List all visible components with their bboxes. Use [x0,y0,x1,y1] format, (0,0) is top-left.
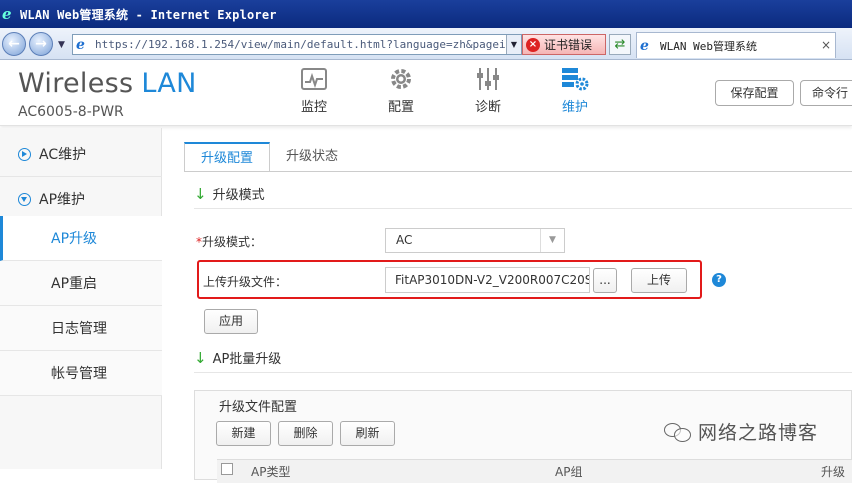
section-upgrade-mode-title: 升级模式 [212,188,265,203]
expand-right-icon [18,147,31,161]
section-divider [194,208,852,209]
tab-divider [184,171,852,172]
tab-close-icon[interactable]: × [821,38,831,52]
upgrade-mode-label: *升级模式： [196,233,262,250]
browser-refresh-button[interactable]: ⇄ [609,34,631,55]
panel-title: 升级文件配置 [219,400,298,415]
watermark: 网络之路博客 [664,418,818,445]
upgrade-mode-label-text: 升级模式： [202,235,263,249]
nav-monitor-label: 监控 [300,100,327,115]
nav-maintain[interactable]: 维护 [545,66,605,115]
refresh-button[interactable]: 刷新 [340,421,395,446]
brand-accent: LAN [141,68,197,99]
gear-icon [387,66,415,92]
browser-title-bar: e WLAN Web管理系统 - Internet Explorer [0,0,852,28]
table-header: AP类型 AP组 升级 [217,459,852,483]
browser-tab[interactable]: e WLAN Web管理系统 × [636,32,836,58]
tab-bar: 升级配置 升级状态 [184,142,354,172]
sidebar-item-label: 日志管理 [51,321,107,337]
section-batch-upgrade-title: AP批量升级 [212,352,282,367]
section-divider [194,372,852,373]
address-bar[interactable]: e https://192.168.1.254/view/main/defaul… [72,34,522,55]
section-upgrade-mode[interactable]: ↓ 升级模式 [194,184,265,204]
wechat-logo-icon [664,421,692,443]
monitor-icon [300,66,328,92]
watermark-text: 网络之路博客 [698,422,819,444]
tab-upgrade-status[interactable]: 升级状态 [270,142,354,172]
certificate-error-label: 证书错误 [544,38,593,52]
app-header: Wireless LAN AC6005-8-PWR 监控 配置 诊断 维护 保存配… [0,60,852,126]
delete-button[interactable]: 删除 [278,421,333,446]
nav-monitor[interactable]: 监控 [284,66,344,115]
window-title: WLAN Web管理系统 - Internet Explorer [20,7,277,22]
command-line-button[interactable]: 命令行 [800,80,852,106]
col-ap-group[interactable]: AP组 [555,463,582,480]
sidebar-item-ap-reboot[interactable]: AP重启 [0,261,162,306]
collapse-arrow-icon: ↓ [194,184,207,203]
address-toolbar: ← → ▼ e https://192.168.1.254/view/main/… [0,28,852,60]
tab-upgrade-config[interactable]: 升级配置 [184,142,271,172]
error-x-icon: × [526,37,540,52]
save-config-button[interactable]: 保存配置 [715,80,794,106]
upload-file-label: 上传升级文件： [203,275,288,289]
brand-logo: Wireless LAN [18,68,197,99]
ie-logo-icon: e [2,5,12,23]
sidebar-item-label: AP升级 [51,231,98,247]
maintenance-icon [561,66,589,92]
forward-button[interactable]: → [29,32,53,56]
sidebar-item-ap-upgrade[interactable]: AP升级 [0,216,162,261]
sidebar-item-ac-maintain[interactable]: AC维护 [0,132,162,177]
section-batch-upgrade[interactable]: ↓ AP批量升级 [194,348,282,368]
address-dropdown-icon[interactable]: ▼ [506,35,521,54]
sidebar-item-label: 帐号管理 [51,366,107,382]
upgrade-mode-select[interactable]: AC ▼ [385,228,565,253]
sliders-icon [474,66,502,92]
device-model: AC6005-8-PWR [18,104,124,120]
help-icon[interactable]: ? [712,273,726,287]
select-all-checkbox[interactable] [221,463,233,475]
sidebar-item-log-manage[interactable]: 日志管理 [0,306,162,351]
nav-diagnose-label: 诊断 [474,100,501,115]
sidebar-item-account-manage[interactable]: 帐号管理 [0,351,162,396]
col-ap-type[interactable]: AP类型 [251,463,290,480]
browse-button[interactable]: ... [593,268,617,293]
upload-file-input[interactable]: FitAP3010DN-V2_V200R007C20S [385,267,590,293]
page-ie-icon: e [76,36,85,53]
sidebar-item-label: AP维护 [39,192,86,208]
url-text[interactable]: https://192.168.1.254/view/main/default.… [95,38,510,51]
sidebar-item-label: AC维护 [39,147,87,163]
new-button[interactable]: 新建 [216,421,271,446]
nav-maintain-label: 维护 [561,100,588,115]
sidebar-item-label: AP重启 [51,276,98,292]
nav-config-label: 配置 [387,100,414,115]
col-upgrade[interactable]: 升级 [821,463,845,480]
tab-title: WLAN Web管理系统 [660,39,757,53]
nav-config[interactable]: 配置 [371,66,431,115]
collapse-arrow-icon: ↓ [194,348,207,367]
apply-button[interactable]: 应用 [204,309,258,334]
sidebar: AC维护 AP维护 AP升级 AP重启 日志管理 帐号管理 [0,128,162,469]
upgrade-mode-value: AC [396,233,413,247]
certificate-error-button[interactable]: × 证书错误 [522,34,606,55]
tab-ie-icon: e [640,37,649,54]
back-button[interactable]: ← [2,32,26,56]
brand-main: Wireless [18,68,134,99]
expand-down-icon [18,192,31,206]
nav-diagnose[interactable]: 诊断 [458,66,518,115]
history-dropdown-icon[interactable]: ▼ [58,40,65,50]
upload-button[interactable]: 上传 [631,268,687,293]
chevron-down-icon: ▼ [540,229,564,252]
